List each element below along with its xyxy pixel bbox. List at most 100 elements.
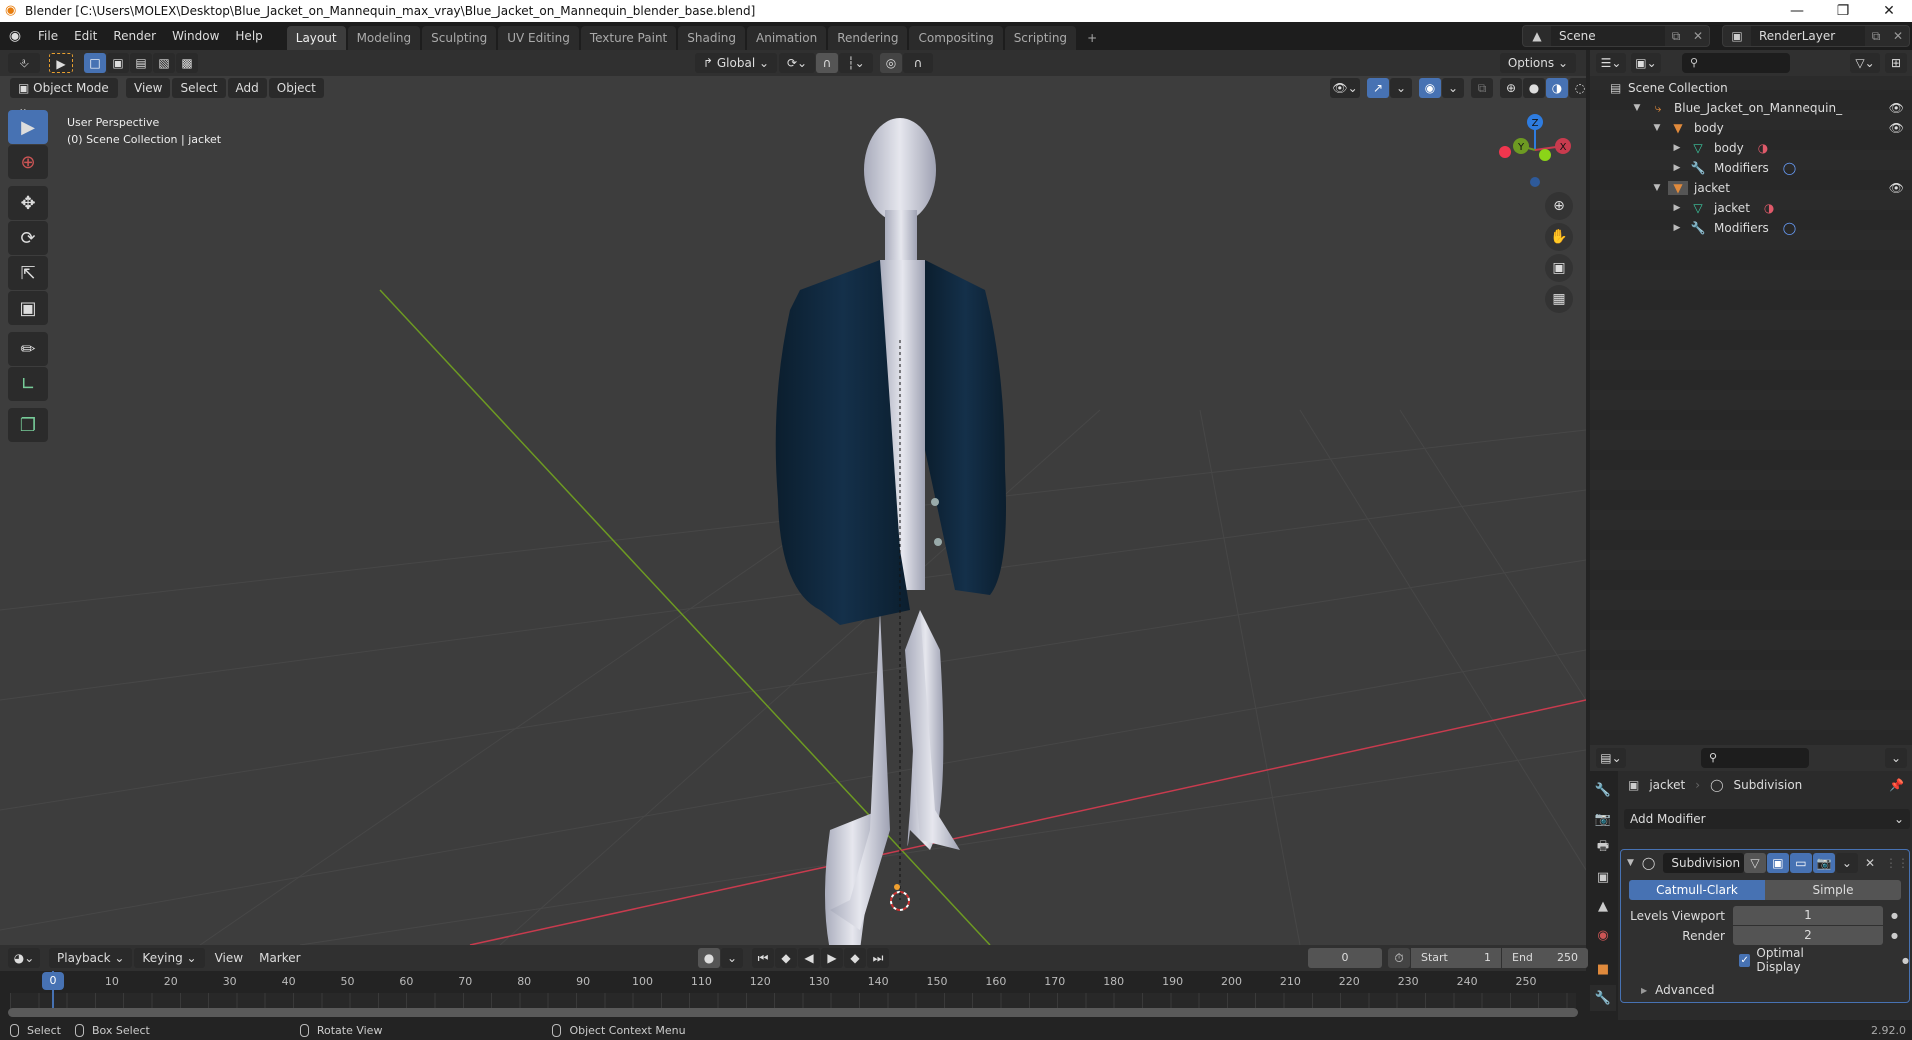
new-collection-icon[interactable]: ⊞ [1885, 53, 1907, 73]
material-icon[interactable]: ◑ [1764, 201, 1774, 215]
collapsed-arrow-icon[interactable]: ▶ [1670, 143, 1684, 153]
tab-animation[interactable]: Animation [747, 26, 827, 50]
collapsed-arrow-icon[interactable]: ▶ [1670, 163, 1684, 173]
outliner-row[interactable]: ▶ ▽ body ◑ [1590, 138, 1912, 158]
tab-layout[interactable]: Layout [286, 26, 346, 50]
minimize-button[interactable]: — [1774, 0, 1820, 22]
render-toggle-icon[interactable]: 📷 [1812, 853, 1835, 873]
new-view-layer-icon[interactable]: ⧉ [1865, 29, 1887, 44]
menu-view[interactable]: View [207, 947, 251, 969]
menu-render[interactable]: Render [105, 25, 164, 47]
snap-target-dropdown[interactable]: ┆⌄ [839, 53, 874, 73]
rendered-shading-icon[interactable]: ◌ [1569, 78, 1586, 98]
tab-texture-paint[interactable]: Texture Paint [580, 26, 677, 50]
cursor-tool-icon[interactable]: ⊕ [8, 145, 48, 179]
auto-keying-dropdown[interactable]: ⌄ [721, 948, 743, 968]
select-subtract-icon[interactable]: ▤ [130, 53, 152, 73]
transform-orientation-dropdown[interactable]: ↱ Global ⌄ [695, 53, 778, 73]
subdivision-icon[interactable]: ◯ [1783, 161, 1796, 175]
transform-tool-icon[interactable]: ▣ [8, 291, 48, 325]
xray-toggle-icon[interactable]: ⧉ [1471, 78, 1493, 98]
outliner-row[interactable]: ▼ ▼ jacket 👁 [1590, 178, 1912, 198]
menu-edit[interactable]: Edit [66, 25, 105, 47]
options-dropdown[interactable]: Options ⌄ [1499, 53, 1576, 73]
timeline-editor-type-icon[interactable]: ◕⌄ [8, 948, 40, 968]
add-workspace-button[interactable]: + [1078, 26, 1106, 50]
jump-to-next-keyframe-icon[interactable]: ◆ [844, 948, 866, 968]
visibility-eye-icon[interactable]: 👁 [1889, 181, 1904, 195]
render-tab-icon[interactable]: 📷 [1590, 806, 1616, 832]
view-layer-tab-icon[interactable]: ▣ [1590, 864, 1616, 890]
collapse-arrow-icon[interactable]: ▼ [1627, 858, 1634, 868]
edit-mode-toggle-icon[interactable]: ▽ [1743, 853, 1766, 873]
visibility-eye-icon[interactable]: 👁 [1889, 121, 1904, 135]
modifier-menu-dropdown[interactable]: ⌄ [1835, 853, 1858, 873]
scene-name[interactable]: Scene [1551, 26, 1665, 46]
tab-sculpting[interactable]: Sculpting [422, 26, 497, 50]
view-layer-selector[interactable]: ▣ RenderLayer ⧉ ✕ [1722, 25, 1910, 47]
proportional-edit-icon[interactable]: ◎ [880, 53, 903, 73]
simple-option[interactable]: Simple [1765, 880, 1901, 900]
drag-handle-icon[interactable]: ⋮⋮ [1885, 856, 1909, 870]
material-preview-shading-icon[interactable]: ◑ [1546, 78, 1568, 98]
levels-viewport-field[interactable]: 1 [1733, 906, 1883, 925]
remove-modifier-icon[interactable]: ✕ [1865, 856, 1875, 870]
select-intersect-icon[interactable]: ▩ [176, 53, 198, 73]
tab-scripting[interactable]: Scripting [1004, 26, 1077, 50]
scale-tool-icon[interactable]: ⇱ [8, 256, 48, 290]
delete-view-layer-icon[interactable]: ✕ [1887, 29, 1909, 43]
keyframe-dot-icon[interactable]: ● [1891, 911, 1898, 920]
collapsed-arrow-icon[interactable]: ▶ [1670, 203, 1684, 213]
zoom-view-icon[interactable]: ⊕ [1545, 192, 1573, 220]
gizmo-toggle-icon[interactable]: ↗ [1367, 78, 1389, 98]
keyframe-dot-icon[interactable]: ● [1902, 956, 1909, 965]
tab-rendering[interactable]: Rendering [828, 26, 908, 50]
mode-dropdown[interactable]: ▣ Object Mode ⌄ [10, 78, 118, 115]
menu-window[interactable]: Window [164, 25, 227, 47]
outliner-row-scene-collection[interactable]: ▤ Scene Collection [1590, 78, 1912, 98]
visibility-eye-icon[interactable]: 👁 [1889, 101, 1904, 115]
menu-select[interactable]: Select [172, 78, 226, 98]
playhead-handle[interactable]: 0 [42, 972, 64, 990]
view-layer-name[interactable]: RenderLayer [1751, 26, 1865, 46]
end-frame-field[interactable]: End 250 [1502, 948, 1588, 968]
rotate-tool-icon[interactable]: ⟳ [8, 221, 48, 255]
close-button[interactable]: ✕ [1866, 0, 1912, 22]
outliner-search-input[interactable]: ⚲ [1682, 53, 1790, 73]
menu-add[interactable]: Add [227, 78, 267, 98]
outliner-editor-type-icon[interactable]: ☰⌄ [1596, 53, 1626, 73]
material-icon[interactable]: ◑ [1758, 141, 1768, 155]
tab-shading[interactable]: Shading [678, 26, 745, 50]
subdivision-icon[interactable]: ◯ [1783, 221, 1796, 235]
select-new-icon[interactable]: □ [84, 53, 106, 73]
select-box-tool-icon[interactable]: ▶ [8, 110, 48, 144]
filter-dropdown[interactable]: ▽⌄ [1850, 53, 1880, 73]
menu-object[interactable]: Object [268, 78, 324, 98]
object-tab-icon[interactable]: ■ [1590, 956, 1616, 982]
optimal-display-checkbox[interactable]: ✓ [1739, 953, 1751, 967]
tab-modeling[interactable]: Modeling [347, 26, 421, 50]
scene-selector[interactable]: ▲ Scene ⧉ ✕ [1522, 25, 1710, 47]
outliner-row[interactable]: ▶ 🔧 Modifiers ◯ [1590, 218, 1912, 238]
measure-tool-icon[interactable]: ∟ [8, 367, 48, 401]
add-modifier-dropdown[interactable]: Add Modifier ⌄ [1624, 809, 1910, 829]
properties-search-input[interactable]: ⚲ [1701, 748, 1809, 768]
menu-marker[interactable]: Marker [251, 947, 308, 969]
add-cube-tool-icon[interactable]: ❐ [8, 408, 48, 442]
scene-tab-icon[interactable]: ▲ [1590, 893, 1616, 919]
auto-keying-toggle-icon[interactable]: ● [698, 948, 720, 968]
jump-to-prev-keyframe-icon[interactable]: ◆ [775, 948, 797, 968]
timeline-scrollbar[interactable] [8, 1008, 1578, 1017]
ortho-toggle-icon[interactable]: ▦ [1545, 285, 1573, 313]
render-levels-field[interactable]: 2 [1733, 926, 1883, 945]
navigation-gizmo[interactable]: Z X Y [1495, 110, 1575, 190]
catmull-clark-option[interactable]: Catmull-Clark [1629, 880, 1765, 900]
timeline-ruler[interactable]: 10 20 30 40 50 60 70 80 90 100 110 120 130 140 150 160 1… [0, 971, 1586, 993]
play-icon[interactable]: ▶ [821, 948, 843, 968]
delete-scene-icon[interactable]: ✕ [1687, 29, 1709, 43]
tab-compositing[interactable]: Compositing [909, 26, 1003, 50]
outliner-row[interactable]: ▶ 🔧 Modifiers ◯ [1590, 158, 1912, 178]
tab-uv-editing[interactable]: UV Editing [498, 26, 579, 50]
expanded-arrow-icon[interactable]: ▼ [1650, 183, 1664, 193]
jump-to-start-icon[interactable]: ⏮ [752, 948, 774, 968]
